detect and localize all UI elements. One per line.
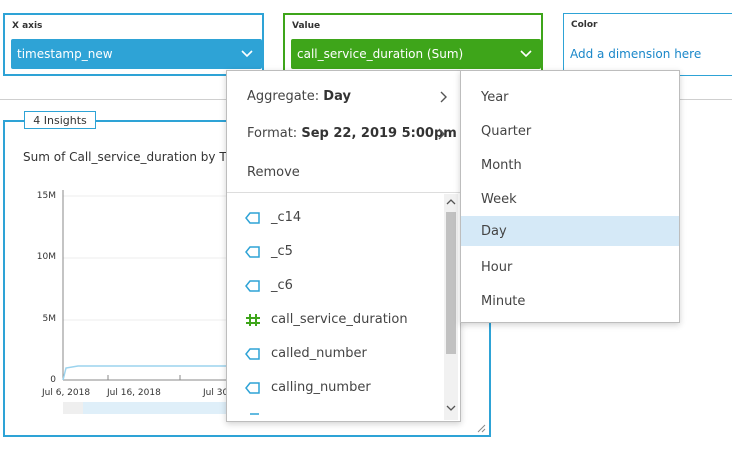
field-name: _c14 — [271, 210, 302, 225]
x-axis-field-label: timestamp_new — [17, 47, 113, 61]
aggregate-label: Aggregate: — [247, 89, 320, 104]
aggregate-option-quarter[interactable]: Quarter — [461, 116, 679, 146]
add-dimension-link[interactable]: Add a dimension here — [570, 47, 701, 61]
series-line — [62, 365, 228, 381]
aggregate-option-minute[interactable]: Minute — [461, 286, 679, 316]
y-tick-label: 10M — [36, 252, 56, 262]
color-well-title: Color — [571, 20, 598, 30]
dimension-tag-icon — [245, 279, 260, 292]
field-list-item[interactable]: _c14 — [245, 210, 301, 225]
chevron-down-icon[interactable] — [240, 46, 254, 60]
field-list-item[interactable]: call_service_duration — [245, 312, 408, 327]
field-list-item[interactable]: called_number — [245, 346, 367, 361]
field-name: _c6 — [271, 278, 293, 293]
color-well[interactable]: Color Add a dimension here — [563, 13, 732, 76]
dimension-tag-icon — [250, 413, 259, 415]
menu-divider — [227, 192, 460, 193]
dimension-tag-icon — [245, 245, 260, 258]
aggregate-option-year[interactable]: Year — [461, 82, 679, 112]
field-list-item[interactable]: _c6 — [245, 278, 293, 293]
x-tick-label: Jul 30 — [203, 388, 229, 398]
range-slider-handle[interactable] — [63, 402, 83, 414]
chevron-right-icon — [440, 91, 447, 103]
format-value: Sep 22, 2019 5:00pm — [301, 126, 457, 141]
visual-title: Sum of Call_service_duration by T — [23, 150, 227, 164]
aggregate-option-day[interactable]: Day — [461, 216, 679, 246]
x-axis-well[interactable]: X axis timestamp_new — [3, 13, 264, 76]
aggregate-option-week[interactable]: Week — [461, 184, 679, 214]
dimension-tag-icon — [245, 211, 260, 224]
value-field-pill[interactable]: call_service_duration (Sum) — [291, 39, 541, 69]
aggregate-value: Day — [323, 89, 351, 104]
field-name: _c5 — [271, 244, 293, 259]
y-tick-label: 5M — [42, 314, 57, 324]
value-well-title: Value — [292, 21, 321, 31]
range-slider-track[interactable] — [63, 402, 228, 414]
aggregate-option-hour[interactable]: Hour — [461, 252, 679, 282]
insights-badge[interactable]: 4 Insights — [24, 111, 96, 129]
scroll-down-icon[interactable] — [446, 404, 456, 412]
field-name: called_number — [271, 346, 367, 361]
measure-hash-icon — [246, 313, 260, 326]
value-well[interactable]: Value call_service_duration (Sum) — [283, 13, 543, 76]
field-name: calling_number — [271, 380, 371, 395]
scroll-up-icon[interactable] — [446, 198, 456, 206]
dimension-tag-icon — [245, 381, 260, 394]
x-tick-label: Jul 16, 2018 — [107, 388, 161, 398]
field-name: call_service_duration — [271, 312, 408, 327]
dimension-tag-icon — [245, 347, 260, 360]
field-list-item[interactable]: calling_number — [245, 380, 371, 395]
resize-handle-icon[interactable] — [476, 423, 486, 433]
remove-menu-item[interactable]: Remove — [247, 165, 300, 180]
scrollbar-thumb[interactable] — [446, 212, 456, 354]
chevron-down-icon[interactable] — [519, 46, 533, 60]
format-label: Format: — [247, 126, 298, 141]
x-tick-label: Jul 6, 2018 — [42, 388, 91, 398]
y-tick-label: 0 — [50, 375, 56, 385]
chevron-right-icon — [438, 128, 445, 140]
y-tick-label: 15M — [36, 191, 56, 201]
line-chart-plot — [62, 190, 228, 414]
field-list-item[interactable]: _c5 — [245, 244, 293, 259]
field-options-menu: Aggregate: Day Format: Sep 22, 2019 5:00… — [226, 70, 461, 422]
aggregate-menu-item[interactable]: Aggregate: Day — [247, 89, 351, 104]
x-axis-field-pill[interactable]: timestamp_new — [11, 39, 262, 69]
value-field-label: call_service_duration (Sum) — [297, 47, 464, 61]
aggregate-submenu: Year Quarter Month Week Day Hour Minute — [460, 70, 680, 323]
format-menu-item[interactable]: Format: Sep 22, 2019 5:00pm — [247, 126, 457, 141]
x-axis-well-title: X axis — [12, 21, 43, 31]
aggregate-option-month[interactable]: Month — [461, 150, 679, 180]
